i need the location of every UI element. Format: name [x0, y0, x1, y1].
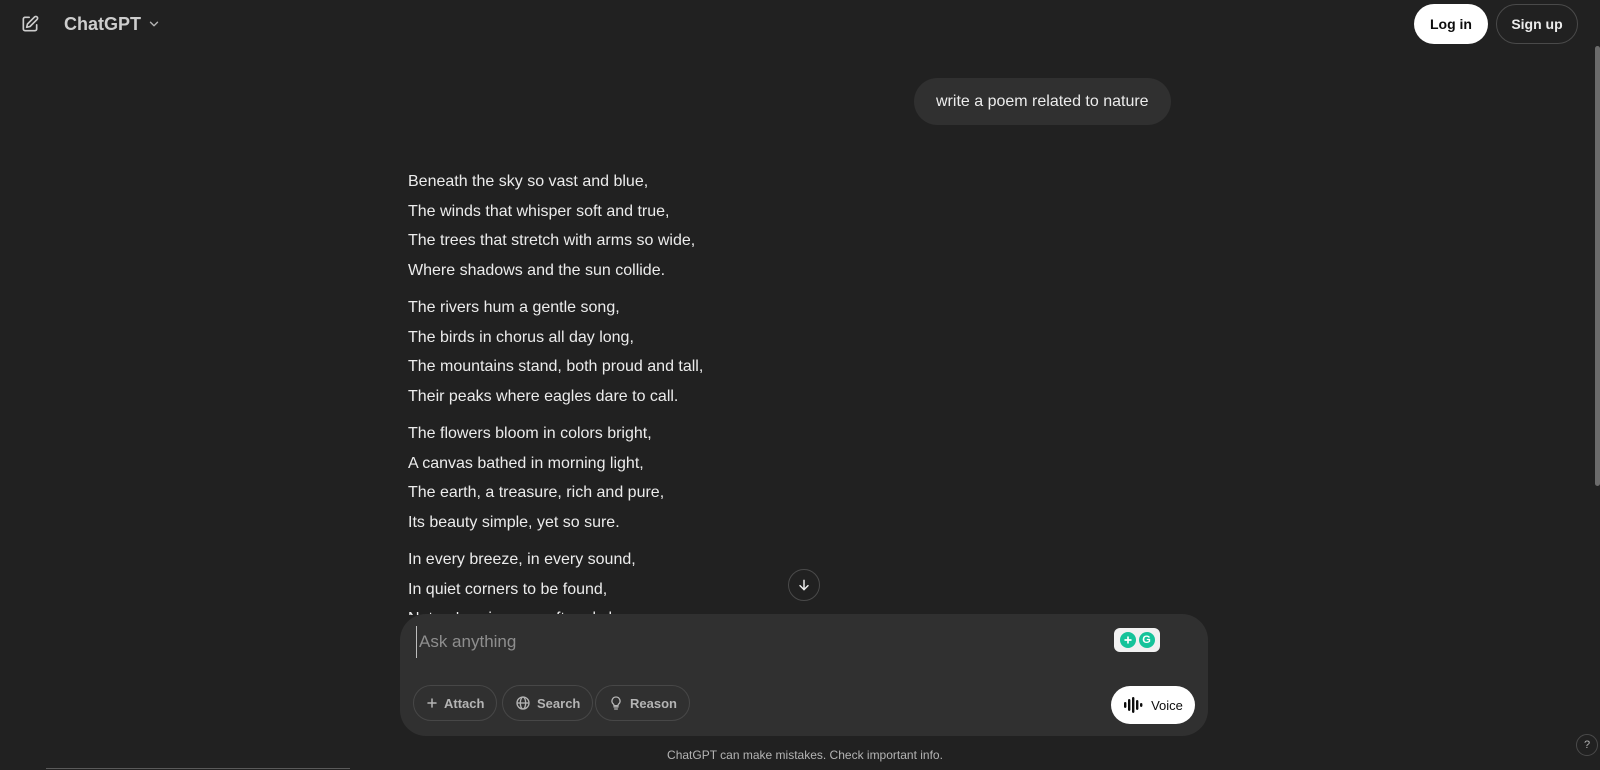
model-name: ChatGPT: [64, 13, 142, 34]
help-button[interactable]: ?: [1576, 734, 1598, 756]
attach-label: Attach: [444, 695, 485, 711]
attach-button[interactable]: Attach: [413, 685, 498, 721]
edit-pencil-icon: [22, 15, 39, 32]
grammarly-widget[interactable]: G: [1114, 628, 1160, 652]
poem-line: The winds that whisper soft and true,: [408, 202, 670, 220]
prompt-input[interactable]: [416, 626, 1061, 658]
disclaimer-text: ChatGPT can make mistakes. Check importa…: [667, 748, 943, 762]
poem-line: A canvas bathed in morning light,: [408, 454, 644, 472]
footer-divider: [46, 768, 350, 769]
poem-line: In quiet corners to be found,: [408, 580, 608, 598]
poem-line: The birds in chorus all day long,: [408, 328, 634, 346]
signup-button[interactable]: Sign up: [1496, 4, 1578, 44]
poem-line: The trees that stretch with arms so wide…: [408, 232, 696, 249]
sound-wave-icon: [1124, 697, 1143, 713]
login-button[interactable]: Log in: [1414, 4, 1488, 44]
top-bar: ChatGPT Log in Sign up: [0, 0, 1600, 48]
user-message-text: write a poem related to nature: [936, 92, 1149, 110]
grammarly-assist-icon: [1119, 632, 1136, 648]
voice-button[interactable]: Voice: [1111, 686, 1195, 724]
poem-line: Beneath the sky so vast and blue,: [408, 173, 649, 190]
grammarly-icon: G: [1138, 632, 1155, 648]
arrow-down-icon: [799, 579, 809, 591]
reason-button[interactable]: Reason: [595, 685, 690, 721]
poem-stanza: Beneath the sky so vast and blue, The win…: [408, 167, 968, 285]
assistant-response: Beneath the sky so vast and blue, The win…: [408, 167, 968, 615]
reason-label: Reason: [630, 695, 677, 711]
poem-line: In every breeze, in every sound,: [408, 551, 636, 568]
poem-line: Its beauty simple, yet so sure.: [408, 513, 620, 531]
globe-icon: [516, 696, 530, 710]
new-chat-button[interactable]: [16, 10, 44, 38]
poem-line: Where shadows and the sun collide.: [408, 261, 666, 279]
composer: G Attach Search Reason Voice: [400, 614, 1208, 736]
poem-line: The mountains stand, both proud and tall…: [408, 358, 704, 375]
lightbulb-icon: [611, 696, 621, 710]
scroll-to-bottom-button[interactable]: [788, 569, 820, 601]
page-scrollbar[interactable]: [1595, 46, 1600, 486]
poem-line: The rivers hum a gentle song,: [408, 299, 620, 316]
user-message-bubble: write a poem related to nature: [914, 78, 1171, 125]
poem-stanza: The flowers bloom in colors bright, A can…: [408, 419, 968, 537]
poem-stanza: The rivers hum a gentle song, The birds i…: [408, 293, 968, 411]
poem-line: Their peaks where eagles dare to call.: [408, 387, 679, 405]
search-button[interactable]: Search: [502, 685, 594, 721]
model-selector[interactable]: ChatGPT: [58, 10, 167, 38]
poem-stanza: In every breeze, in every sound, In quiet…: [408, 545, 968, 615]
plus-icon: [427, 698, 437, 708]
search-label: Search: [537, 695, 581, 711]
chevron-down-icon: [149, 21, 159, 27]
poem-line: The earth, a treasure, rich and pure,: [408, 484, 665, 501]
voice-label: Voice: [1151, 697, 1183, 713]
poem-line: The flowers bloom in colors bright,: [408, 425, 652, 442]
